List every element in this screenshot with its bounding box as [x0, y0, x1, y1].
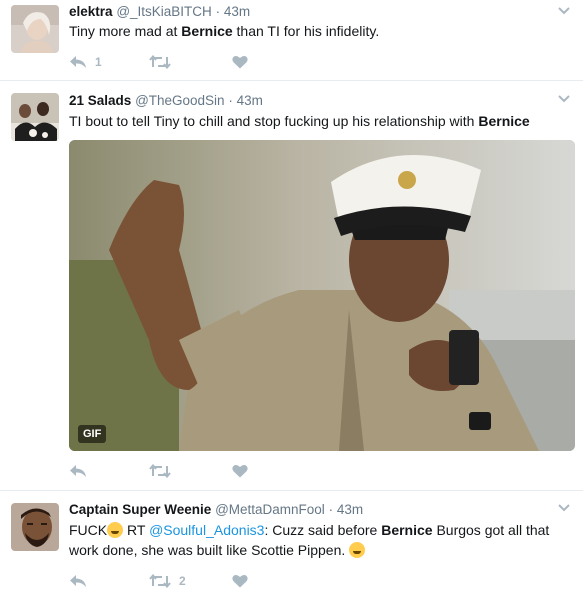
reply-button[interactable]	[69, 461, 95, 481]
display-name[interactable]: elektra	[69, 4, 113, 19]
separator: ·	[328, 502, 334, 517]
reply-count: 1	[95, 55, 102, 69]
tweet-1[interactable]: elektra @_ItsKiaBITCH · 43m Tiny more ma…	[0, 0, 583, 80]
chevron-down-icon[interactable]	[557, 6, 571, 16]
retweet-icon	[149, 55, 171, 69]
retweet-icon	[149, 574, 171, 588]
gif-badge: GIF	[78, 425, 107, 443]
crying-face-emoji-icon	[107, 522, 124, 538]
text-segment: FUCK	[69, 522, 108, 538]
reply-button[interactable]: 1	[69, 52, 102, 72]
retweet-button[interactable]: 2	[149, 571, 186, 591]
mention-link[interactable]: @Soulful_Adonis3	[149, 522, 264, 538]
tweet-text: FUCK RT @Soulful_Adonis3: Cuzz said befo…	[69, 520, 569, 560]
reply-button[interactable]	[69, 571, 95, 591]
user-handle[interactable]: @TheGoodSin	[135, 93, 225, 108]
text-segment: TI bout to tell Tiny to chill and stop f…	[69, 113, 479, 129]
avatar[interactable]	[11, 503, 59, 551]
timestamp[interactable]: 43m	[337, 502, 363, 517]
chevron-down-icon[interactable]	[557, 503, 571, 513]
search-highlight: Bernice	[478, 113, 530, 129]
separator: ·	[228, 93, 233, 108]
text-segment: RT	[123, 522, 150, 538]
retweet-button[interactable]	[149, 52, 179, 72]
text-segment: : Cuzz said before	[264, 522, 382, 538]
heart-icon	[232, 55, 248, 69]
avatar[interactable]	[11, 93, 59, 141]
user-handle[interactable]: @_ItsKiaBITCH	[116, 4, 211, 19]
tweet-3[interactable]: Captain Super Weenie @MettaDamnFool · 43…	[0, 491, 583, 596]
like-button[interactable]	[232, 571, 256, 591]
text-segment: Tiny more mad at	[69, 23, 182, 39]
tweet-header: Captain Super Weenie @MettaDamnFool · 43…	[69, 501, 363, 519]
reply-icon	[70, 575, 86, 587]
like-button[interactable]	[232, 52, 256, 72]
reply-icon	[70, 465, 86, 477]
heart-icon	[232, 464, 248, 478]
tweet-text: TI bout to tell Tiny to chill and stop f…	[69, 111, 569, 131]
user-handle[interactable]: @MettaDamnFool	[215, 502, 325, 517]
chevron-down-icon[interactable]	[557, 94, 571, 104]
gif-frame	[69, 140, 575, 451]
avatar[interactable]	[11, 5, 59, 53]
tweet-header: 21 Salads @TheGoodSin · 43m	[69, 92, 263, 110]
timestamp[interactable]: 43m	[237, 93, 263, 108]
retweet-icon	[149, 464, 171, 478]
tweet-2[interactable]: 21 Salads @TheGoodSin · 43m TI bout to t…	[0, 81, 583, 490]
search-highlight: Bernice	[381, 522, 433, 538]
tweet-text: Tiny more mad at Bernice than TI for his…	[69, 21, 569, 41]
separator: ·	[215, 4, 221, 19]
reply-icon	[70, 56, 86, 68]
display-name[interactable]: 21 Salads	[69, 93, 131, 108]
timestamp[interactable]: 43m	[224, 4, 250, 19]
gif-media[interactable]: GIF	[69, 140, 575, 451]
text-segment: than TI for his infidelity.	[232, 23, 380, 39]
heart-icon	[232, 574, 248, 588]
retweet-button[interactable]	[149, 461, 179, 481]
retweet-count: 2	[179, 574, 186, 588]
display-name[interactable]: Captain Super Weenie	[69, 502, 211, 517]
tweet-header: elektra @_ItsKiaBITCH · 43m	[69, 3, 250, 21]
search-highlight: Bernice	[181, 23, 233, 39]
laughing-tears-emoji-icon	[349, 542, 366, 558]
like-button[interactable]	[232, 461, 256, 481]
